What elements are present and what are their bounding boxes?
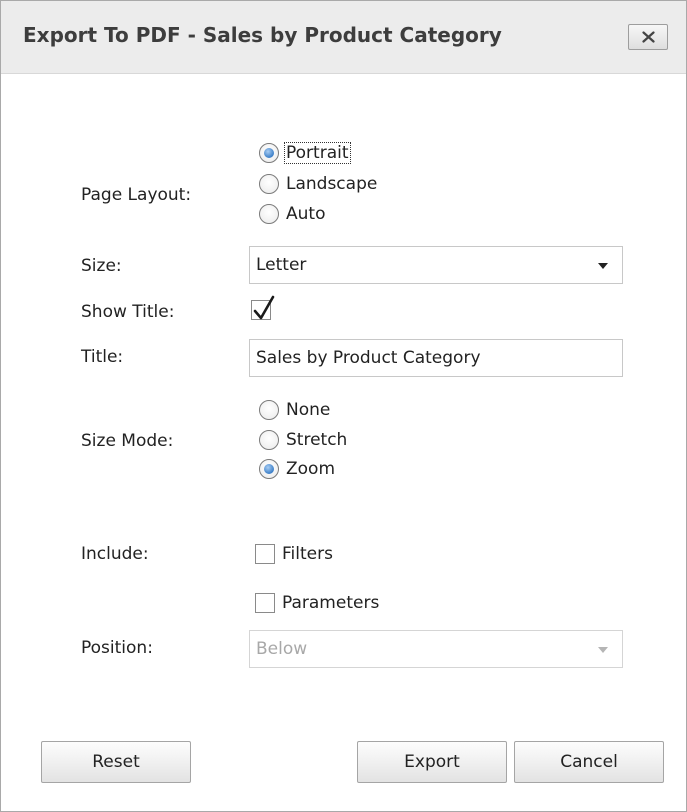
position-dropdown[interactable]: Below	[249, 630, 623, 668]
cancel-button[interactable]: Cancel	[514, 741, 664, 783]
checkmark-icon	[253, 295, 275, 320]
filters-label: Filters	[282, 544, 333, 564]
export-button[interactable]: Export	[357, 741, 507, 783]
parameters-checkbox[interactable]	[255, 593, 275, 613]
radio-auto[interactable]: Auto	[259, 202, 325, 226]
radio-stretch[interactable]: Stretch	[259, 428, 347, 452]
close-icon	[642, 31, 655, 43]
chevron-down-icon	[598, 647, 608, 653]
show-title-label: Show Title:	[81, 302, 175, 322]
radio-zoom[interactable]: Zoom	[259, 457, 335, 481]
close-button[interactable]	[628, 24, 668, 50]
radio-none[interactable]: None	[259, 398, 330, 422]
position-value: Below	[256, 639, 308, 659]
radio-button[interactable]	[259, 204, 279, 224]
show-title-checkbox-row[interactable]	[251, 295, 275, 322]
dialog-titlebar: Export To PDF - Sales by Product Categor…	[1, 1, 686, 74]
include-label: Include:	[81, 544, 149, 564]
dialog-title: Export To PDF - Sales by Product Categor…	[23, 23, 502, 47]
radio-landscape[interactable]: Landscape	[259, 172, 377, 196]
radio-button[interactable]	[259, 400, 279, 420]
radio-label: Landscape	[286, 174, 378, 194]
position-label: Position:	[81, 638, 153, 658]
size-value: Letter	[256, 255, 307, 275]
radio-label: Auto	[286, 204, 326, 224]
show-title-checkbox[interactable]	[251, 295, 275, 320]
size-mode-label: Size Mode:	[81, 431, 174, 451]
size-dropdown[interactable]: Letter	[249, 246, 623, 284]
parameters-label: Parameters	[282, 593, 380, 613]
parameters-checkbox-row[interactable]: Parameters	[255, 591, 379, 615]
chevron-down-icon	[598, 263, 608, 269]
radio-label: None	[286, 400, 331, 420]
size-label: Size:	[81, 256, 122, 276]
page-layout-label: Page Layout:	[81, 185, 192, 205]
title-label: Title:	[81, 347, 124, 367]
title-input-box[interactable]	[249, 339, 623, 377]
radio-button[interactable]	[259, 430, 279, 450]
radio-portrait[interactable]: Portrait	[259, 141, 351, 165]
radio-label: Portrait	[284, 142, 351, 164]
reset-button[interactable]: Reset	[41, 741, 191, 783]
radio-button[interactable]	[259, 143, 279, 163]
export-pdf-dialog: Export To PDF - Sales by Product Categor…	[0, 0, 687, 812]
title-input[interactable]	[250, 340, 622, 376]
radio-label: Zoom	[286, 459, 336, 479]
radio-button[interactable]	[259, 174, 279, 194]
filters-checkbox[interactable]	[255, 544, 275, 564]
filters-checkbox-row[interactable]: Filters	[255, 542, 333, 566]
radio-button[interactable]	[259, 459, 279, 479]
radio-label: Stretch	[286, 430, 348, 450]
